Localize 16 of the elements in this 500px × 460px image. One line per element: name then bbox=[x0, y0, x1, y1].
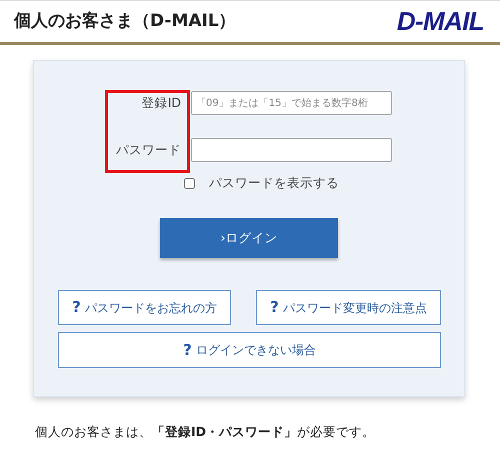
note-text: 個人のお客さまは、「登録ID・パスワード」が必要です。 bbox=[35, 423, 376, 441]
field-label: パスワード bbox=[115, 140, 182, 159]
field-label: 登録ID bbox=[140, 94, 182, 112]
question-icon: ? bbox=[72, 296, 81, 319]
page-title: 個人のお客さま（D-MAIL） bbox=[14, 10, 236, 33]
logo: D-MAIL bbox=[396, 5, 484, 38]
help-button[interactable]: ? パスワード変更時の注意点 bbox=[256, 290, 441, 325]
help-button[interactable]: ? ログインできない場合 bbox=[58, 332, 441, 368]
question-icon: ? bbox=[183, 338, 192, 362]
checkbox[interactable] bbox=[184, 178, 195, 189]
input-field[interactable] bbox=[191, 138, 392, 162]
login-button[interactable]: ›ログイン bbox=[160, 218, 338, 258]
help-button[interactable]: ? パスワードをお忘れの方 bbox=[58, 290, 231, 325]
question-icon: ? bbox=[270, 296, 279, 319]
input-field[interactable]: 「09」または「15」で始まる数字8桁 bbox=[191, 91, 392, 115]
checkbox-label: パスワードを表示する bbox=[209, 174, 339, 192]
